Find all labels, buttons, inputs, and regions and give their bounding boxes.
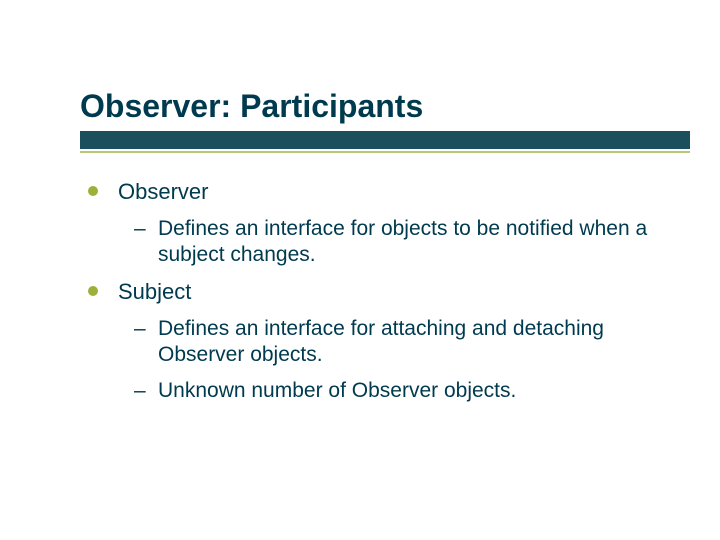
title-rule-light — [80, 151, 690, 153]
bullet-icon — [88, 286, 98, 296]
list-subitem: – Defines an interface for objects to be… — [80, 216, 680, 269]
list-subitem-text: Unknown number of Observer objects. — [158, 379, 516, 402]
list-item-label: Observer — [118, 179, 208, 204]
list-item: Subject — [80, 278, 680, 306]
list-subitem-text: Defines an interface for attaching and d… — [158, 317, 604, 366]
bullet-icon — [88, 186, 98, 196]
slide-title: Observer: Participants — [80, 88, 690, 125]
slide-body: Observer – Defines an interface for obje… — [80, 178, 680, 414]
list-item-label: Subject — [118, 279, 191, 304]
list-item: Observer — [80, 178, 680, 206]
dash-icon: – — [134, 316, 146, 342]
list-subitem: – Unknown number of Observer objects. — [80, 378, 680, 404]
dash-icon: – — [134, 216, 146, 242]
title-rule-dark — [80, 131, 690, 149]
slide: Observer: Participants Observer – Define… — [0, 0, 720, 540]
list-subitem-text: Defines an interface for objects to be n… — [158, 217, 647, 266]
title-block: Observer: Participants — [80, 88, 690, 153]
list-subitem: – Defines an interface for attaching and… — [80, 316, 680, 369]
dash-icon: – — [134, 378, 146, 404]
